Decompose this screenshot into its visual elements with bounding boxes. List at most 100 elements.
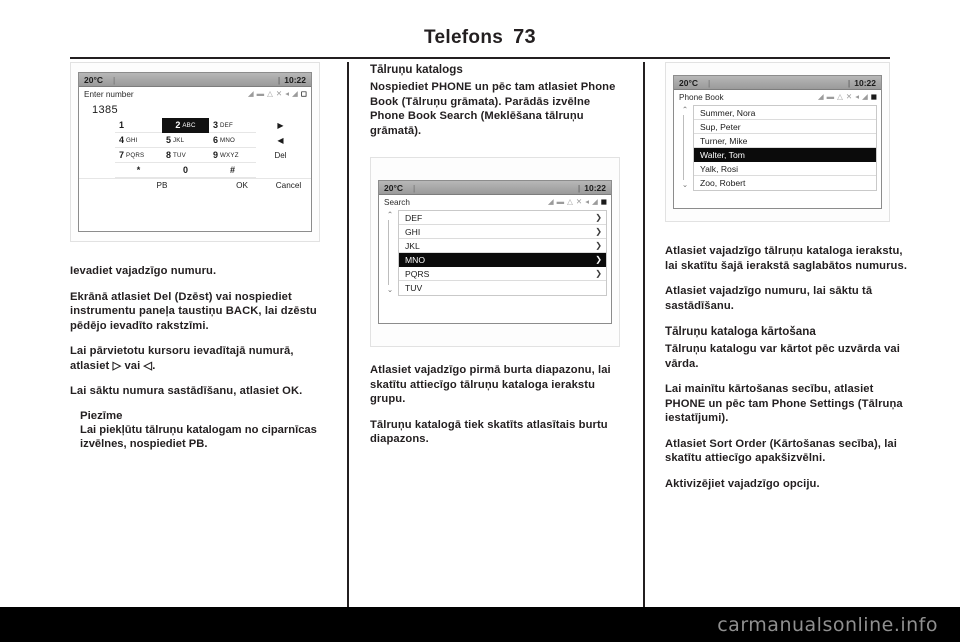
list-item[interactable]: GHI ❯: [399, 225, 606, 239]
sim-icon: ▬: [556, 197, 565, 207]
list-item[interactable]: Yalk, Rosi: [694, 162, 876, 176]
list-item[interactable]: JKL ❯: [399, 239, 606, 253]
search-listbox: DEF ❯ GHI ❯ JKL ❯ MNO ❯ PQRS ❯ TUV: [398, 210, 607, 296]
phonebook-softkey[interactable]: PB: [115, 181, 209, 190]
wifi-icon: ◢: [817, 92, 824, 102]
key-4[interactable]: 4 GHI: [115, 133, 162, 148]
scroll-track[interactable]: [388, 220, 392, 285]
entered-number: 1385: [92, 104, 119, 116]
phonebook-title: Phone Book: [679, 92, 724, 102]
list-item[interactable]: PQRS ❯: [399, 267, 606, 281]
search-list-area: ⌃ ⌄ DEF ❯ GHI ❯ JKL ❯ MNO ❯ PQRS ❯ TUV: [379, 209, 611, 299]
col2-heading: Tālruņu katalogs: [370, 63, 463, 76]
page-number: 73: [513, 26, 536, 48]
bluetooth-icon: △: [567, 197, 573, 207]
shuffle-icon: ✕: [845, 92, 853, 102]
phone-icon: ◢: [591, 197, 598, 207]
clock-readout: 10:22: [584, 182, 606, 193]
scroll-down-icon[interactable]: ⌄: [387, 286, 393, 294]
scroll-track[interactable]: [683, 115, 687, 180]
col1-paragraph-2: Ekrānā atlasiet Del (Dzēst) vai nospiedi…: [70, 290, 317, 332]
delete-key[interactable]: Del: [256, 148, 305, 163]
search-scrollbar[interactable]: ⌃ ⌄: [382, 210, 398, 296]
phone-icon: ◢: [861, 92, 868, 102]
battery-icon: ◼: [600, 197, 607, 207]
cursor-right-key[interactable]: ▶: [256, 118, 305, 133]
list-item[interactable]: Turner, Mike: [694, 134, 876, 148]
phone-icon: ◢: [291, 89, 298, 99]
bluetooth-icon: △: [267, 89, 273, 99]
col2-paragraph-3: Tālruņu katalogā tiek skatīts atlasītais…: [370, 418, 608, 446]
phonebook-title-bar: Phone Book ◢ ▬ △ ✕ ◂ ◢ ◼: [674, 90, 881, 104]
list-item[interactable]: TUV: [399, 281, 606, 295]
list-item-selected[interactable]: MNO ❯: [399, 253, 606, 267]
col1-paragraph-1: Ievadiet vajadzīgo numuru.: [70, 265, 217, 277]
key-star[interactable]: *: [115, 163, 162, 178]
wifi-icon: ◢: [547, 197, 554, 207]
column-3: 20°C | | 10:22 Phone Book ◢ ▬ △ ✕ ◂ ◢ ◼ …: [665, 62, 915, 607]
status-icon-group: ◢ ▬ △ ✕ ◂ ◢ ◻: [248, 90, 307, 98]
scroll-up-icon[interactable]: ⌃: [682, 106, 688, 114]
watermark-bar: carmanualsonline.info: [0, 607, 960, 642]
status-icon-group: ◢ ▬ △ ✕ ◂ ◢ ◼: [818, 93, 877, 101]
header-rule: [70, 57, 890, 59]
chevron-right-icon: ❯: [595, 241, 602, 250]
mute-icon: ◂: [585, 197, 589, 207]
list-item[interactable]: Sup, Peter: [694, 120, 876, 134]
topbar-divider-icon: |: [413, 182, 416, 193]
scroll-down-icon[interactable]: ⌄: [682, 181, 688, 189]
search-title: Search: [384, 197, 410, 207]
sim-icon: ▬: [256, 89, 265, 99]
key-5[interactable]: 5 JKL: [162, 133, 209, 148]
clock-divider-icon: |: [277, 74, 281, 85]
dialpad-softkeys[interactable]: PB OK Cancel: [79, 178, 311, 192]
dialpad-keys[interactable]: 1 2 ABC 3 DEF ▶ 4 GHI 5 JKL 6 MNO ◀ 7 PQRS 8 TU…: [79, 118, 311, 178]
phonebook-list-area: ⌃ ⌄ Summer, Nora Sup, Peter Turner, Mike…: [674, 104, 881, 194]
phonebook-screen: 20°C | | 10:22 Phone Book ◢ ▬ △ ✕ ◂ ◢ ◼ …: [673, 75, 882, 209]
col3-heading: Tālruņu kataloga kārtošana: [665, 325, 816, 338]
col3-paragraph-6: Aktivizējiet vajadzīgo opciju.: [665, 477, 820, 490]
watermark-text: carmanualsonline.info: [717, 614, 938, 636]
scroll-up-icon[interactable]: ⌃: [387, 211, 393, 219]
chevron-right-icon: ❯: [595, 269, 602, 278]
column-1: 20°C | | 10:22 Enter number ◢ ▬ △ ✕ ◂ ◢ …: [70, 62, 320, 607]
col1-paragraph-3: Lai pārvietotu kursoru ievadītajā numurā…: [70, 345, 294, 372]
key-2[interactable]: 2 ABC: [162, 118, 209, 133]
note-title: Piezīme: [80, 409, 123, 422]
chevron-right-icon: ❯: [595, 213, 602, 222]
list-item[interactable]: Zoo, Robert: [694, 176, 876, 190]
key-9[interactable]: 9 WXYZ: [209, 148, 256, 163]
phonebook-screenshot: 20°C | | 10:22 Phone Book ◢ ▬ △ ✕ ◂ ◢ ◼ …: [665, 62, 890, 222]
dialpad-status-bar: 20°C | | 10:22: [79, 73, 311, 87]
phonebook-scrollbar[interactable]: ⌃ ⌄: [677, 105, 693, 191]
column-divider-1: [347, 62, 349, 607]
key-7[interactable]: 7 PQRS: [115, 148, 162, 163]
col3-paragraph-2: Atlasiet vajadzīgo numuru, lai sāktu tā …: [665, 285, 873, 312]
clock-divider-icon: |: [847, 77, 851, 88]
topbar-divider-icon: |: [113, 74, 116, 85]
key-6[interactable]: 6 MNO: [209, 133, 256, 148]
col3-paragraph-1: Atlasiet vajadzīgo tālruņu kataloga iera…: [665, 245, 908, 272]
sim-icon: ▬: [826, 92, 835, 102]
clock-readout: 10:22: [854, 77, 876, 88]
page-header: Telefons 73: [70, 26, 890, 59]
search-status-bar: 20°C | | 10:22: [379, 181, 611, 195]
ok-softkey[interactable]: OK: [209, 181, 275, 190]
key-8[interactable]: 8 TUV: [162, 148, 209, 163]
mute-icon: ◂: [855, 92, 859, 102]
shuffle-icon: ✕: [275, 89, 283, 99]
list-item-selected[interactable]: Walter, Tom: [694, 148, 876, 162]
content-columns: 20°C | | 10:22 Enter number ◢ ▬ △ ✕ ◂ ◢ …: [0, 62, 960, 607]
col2-paragraph-2: Atlasiet vajadzīgo pirmā burta diapazonu…: [370, 364, 611, 405]
key-1[interactable]: 1: [115, 118, 162, 133]
key-0[interactable]: 0: [162, 163, 209, 178]
shuffle-icon: ✕: [575, 197, 583, 207]
key-3[interactable]: 3 DEF: [209, 118, 256, 133]
cursor-left-key[interactable]: ◀: [256, 133, 305, 148]
cancel-softkey[interactable]: Cancel: [275, 181, 305, 190]
clock-readout: 10:22: [284, 74, 306, 85]
key-hash[interactable]: #: [209, 163, 256, 178]
col3-paragraph-3: Tālruņu katalogu var kārtot pēc uzvārda …: [665, 343, 900, 370]
list-item[interactable]: DEF ❯: [399, 211, 606, 225]
list-item[interactable]: Summer, Nora: [694, 106, 876, 120]
